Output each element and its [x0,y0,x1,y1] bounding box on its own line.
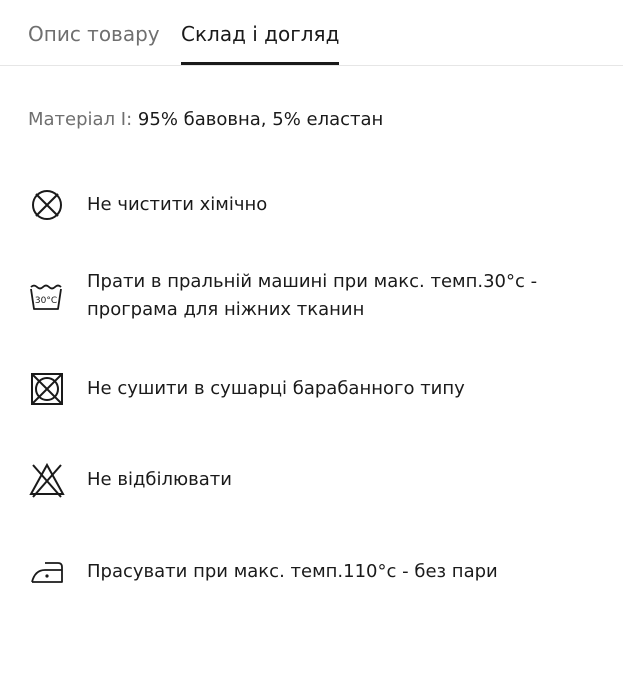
active-tab-indicator [181,62,339,65]
no-dry-clean-icon [28,186,66,224]
care-item-no-tumble-dry: Не сушити в сушарці барабанного типу [28,369,598,409]
material-label: Матеріал І: [28,109,133,130]
tab-composition-care[interactable]: Склад і догляд [181,20,339,48]
machine-wash-30-icon: 30°C [28,278,66,316]
care-item-no-dry-clean: Не чистити хімічно [28,185,598,225]
care-text: Не чистити хімічно [87,194,268,215]
wash-temp-label: 30°C [35,296,57,306]
care-text: Не сушити в сушарці барабанного типу [87,378,465,399]
care-text: Прасувати при макс. темп.110°с - без пар… [87,561,498,582]
no-tumble-dry-icon [28,370,66,408]
care-item-iron: Прасувати при макс. темп.110°с - без пар… [28,553,598,593]
no-bleach-icon [28,461,66,499]
tab-bar: Опис товару Склад і догляд [0,0,623,66]
care-text: Прати в пральній машині при макс. темп.3… [87,271,538,320]
iron-low-icon [28,553,66,591]
care-item-machine-wash: 30°C Прати в пральній машині при макс. т… [28,268,598,326]
care-item-no-bleach: Не відбілювати [28,461,598,501]
material-value: 95% бавовна, 5% еластан [137,109,384,130]
care-text: Не відбілювати [87,469,232,490]
tab-description[interactable]: Опис товару [28,20,160,48]
material-info: Матеріал І: 95% бавовна, 5% еластан [28,107,383,133]
